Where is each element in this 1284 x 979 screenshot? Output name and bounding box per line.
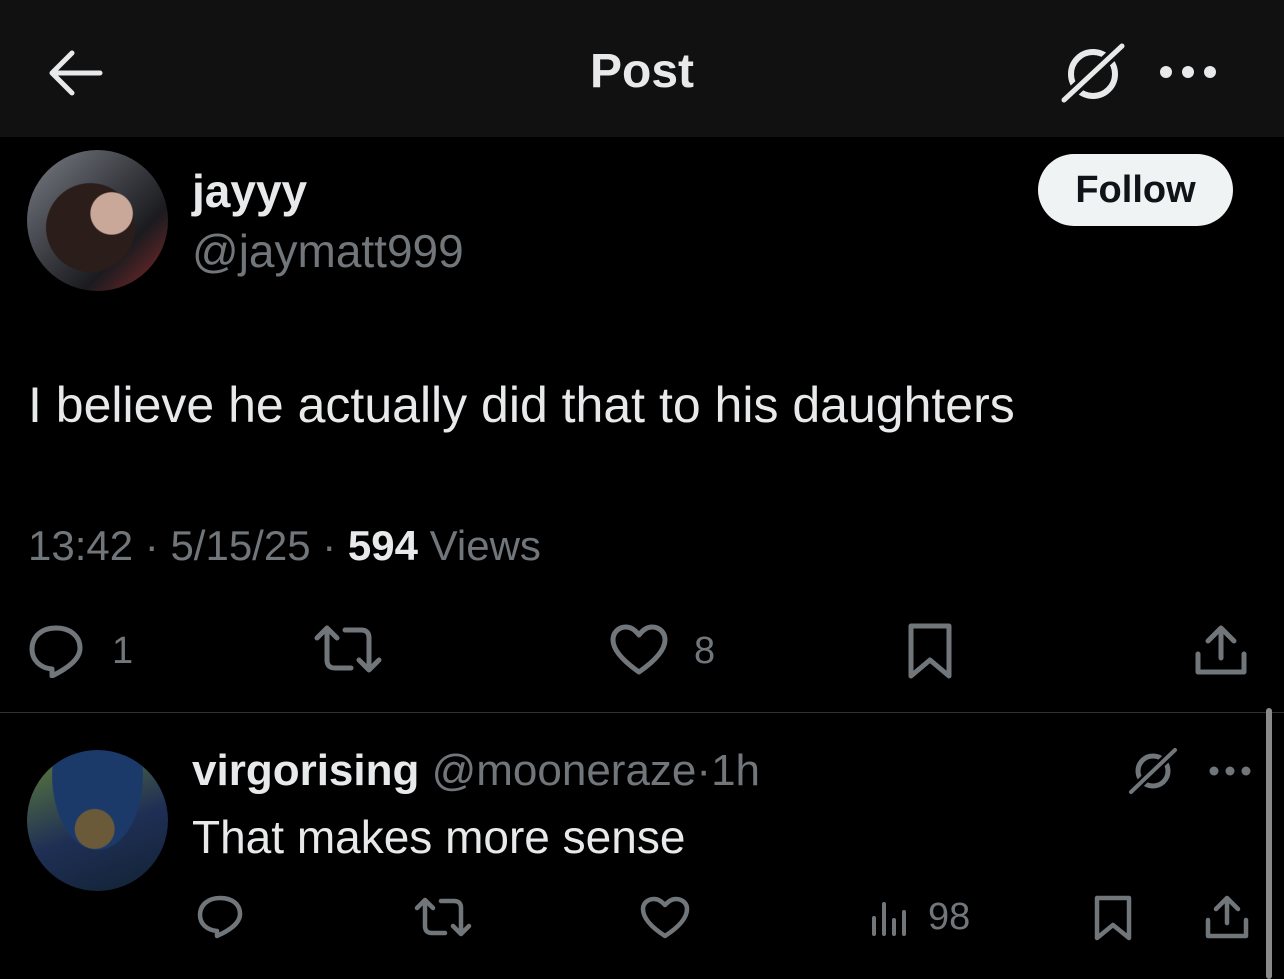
- like-icon[interactable]: [640, 896, 690, 940]
- reply-author-handle[interactable]: @mooneraze: [432, 746, 697, 795]
- avatar[interactable]: [27, 750, 168, 891]
- grok-icon[interactable]: [1127, 746, 1179, 796]
- post-meta: 13:42 · 5/15/25 · 594 Views: [28, 522, 541, 570]
- repost-icon[interactable]: [313, 624, 383, 674]
- views-label[interactable]: Views: [430, 522, 541, 569]
- views-icon[interactable]: [870, 898, 910, 938]
- post-date: 5/15/25: [170, 522, 311, 569]
- bookmark-icon[interactable]: [906, 622, 954, 680]
- reply-time: 1h: [711, 746, 761, 795]
- reply-text: That makes more sense: [192, 811, 686, 863]
- reply-icon[interactable]: [196, 894, 244, 940]
- separator: ·: [696, 746, 712, 795]
- bookmark-icon[interactable]: [1093, 894, 1133, 942]
- share-icon[interactable]: [1194, 624, 1248, 678]
- like-count: 8: [694, 630, 716, 672]
- more-icon[interactable]: [1208, 763, 1252, 779]
- grok-icon[interactable]: [1058, 40, 1128, 106]
- reply-header: virgorising @mooneraze·1h: [192, 746, 760, 796]
- follow-button[interactable]: Follow: [1038, 154, 1233, 226]
- author-name[interactable]: jayyy: [192, 164, 307, 218]
- reply-icon[interactable]: [26, 622, 86, 678]
- post-time: 13:42: [28, 522, 134, 569]
- share-icon[interactable]: [1204, 894, 1250, 940]
- separator: ·: [322, 522, 348, 569]
- reply-author-name[interactable]: virgorising: [192, 746, 419, 795]
- scrollbar[interactable]: [1266, 708, 1272, 979]
- avatar[interactable]: [27, 150, 168, 291]
- divider: [0, 712, 1284, 713]
- more-icon[interactable]: [1158, 62, 1218, 82]
- repost-icon[interactable]: [414, 896, 472, 938]
- post-text: I believe he actually did that to his da…: [28, 377, 1015, 433]
- author-handle[interactable]: @jaymatt999: [192, 224, 464, 278]
- top-bar: Post: [0, 0, 1284, 137]
- like-icon[interactable]: [609, 624, 669, 676]
- reply-count: 1: [112, 630, 134, 672]
- separator: ·: [144, 522, 171, 569]
- views-count: 594: [347, 522, 418, 569]
- views-count: 98: [928, 896, 971, 938]
